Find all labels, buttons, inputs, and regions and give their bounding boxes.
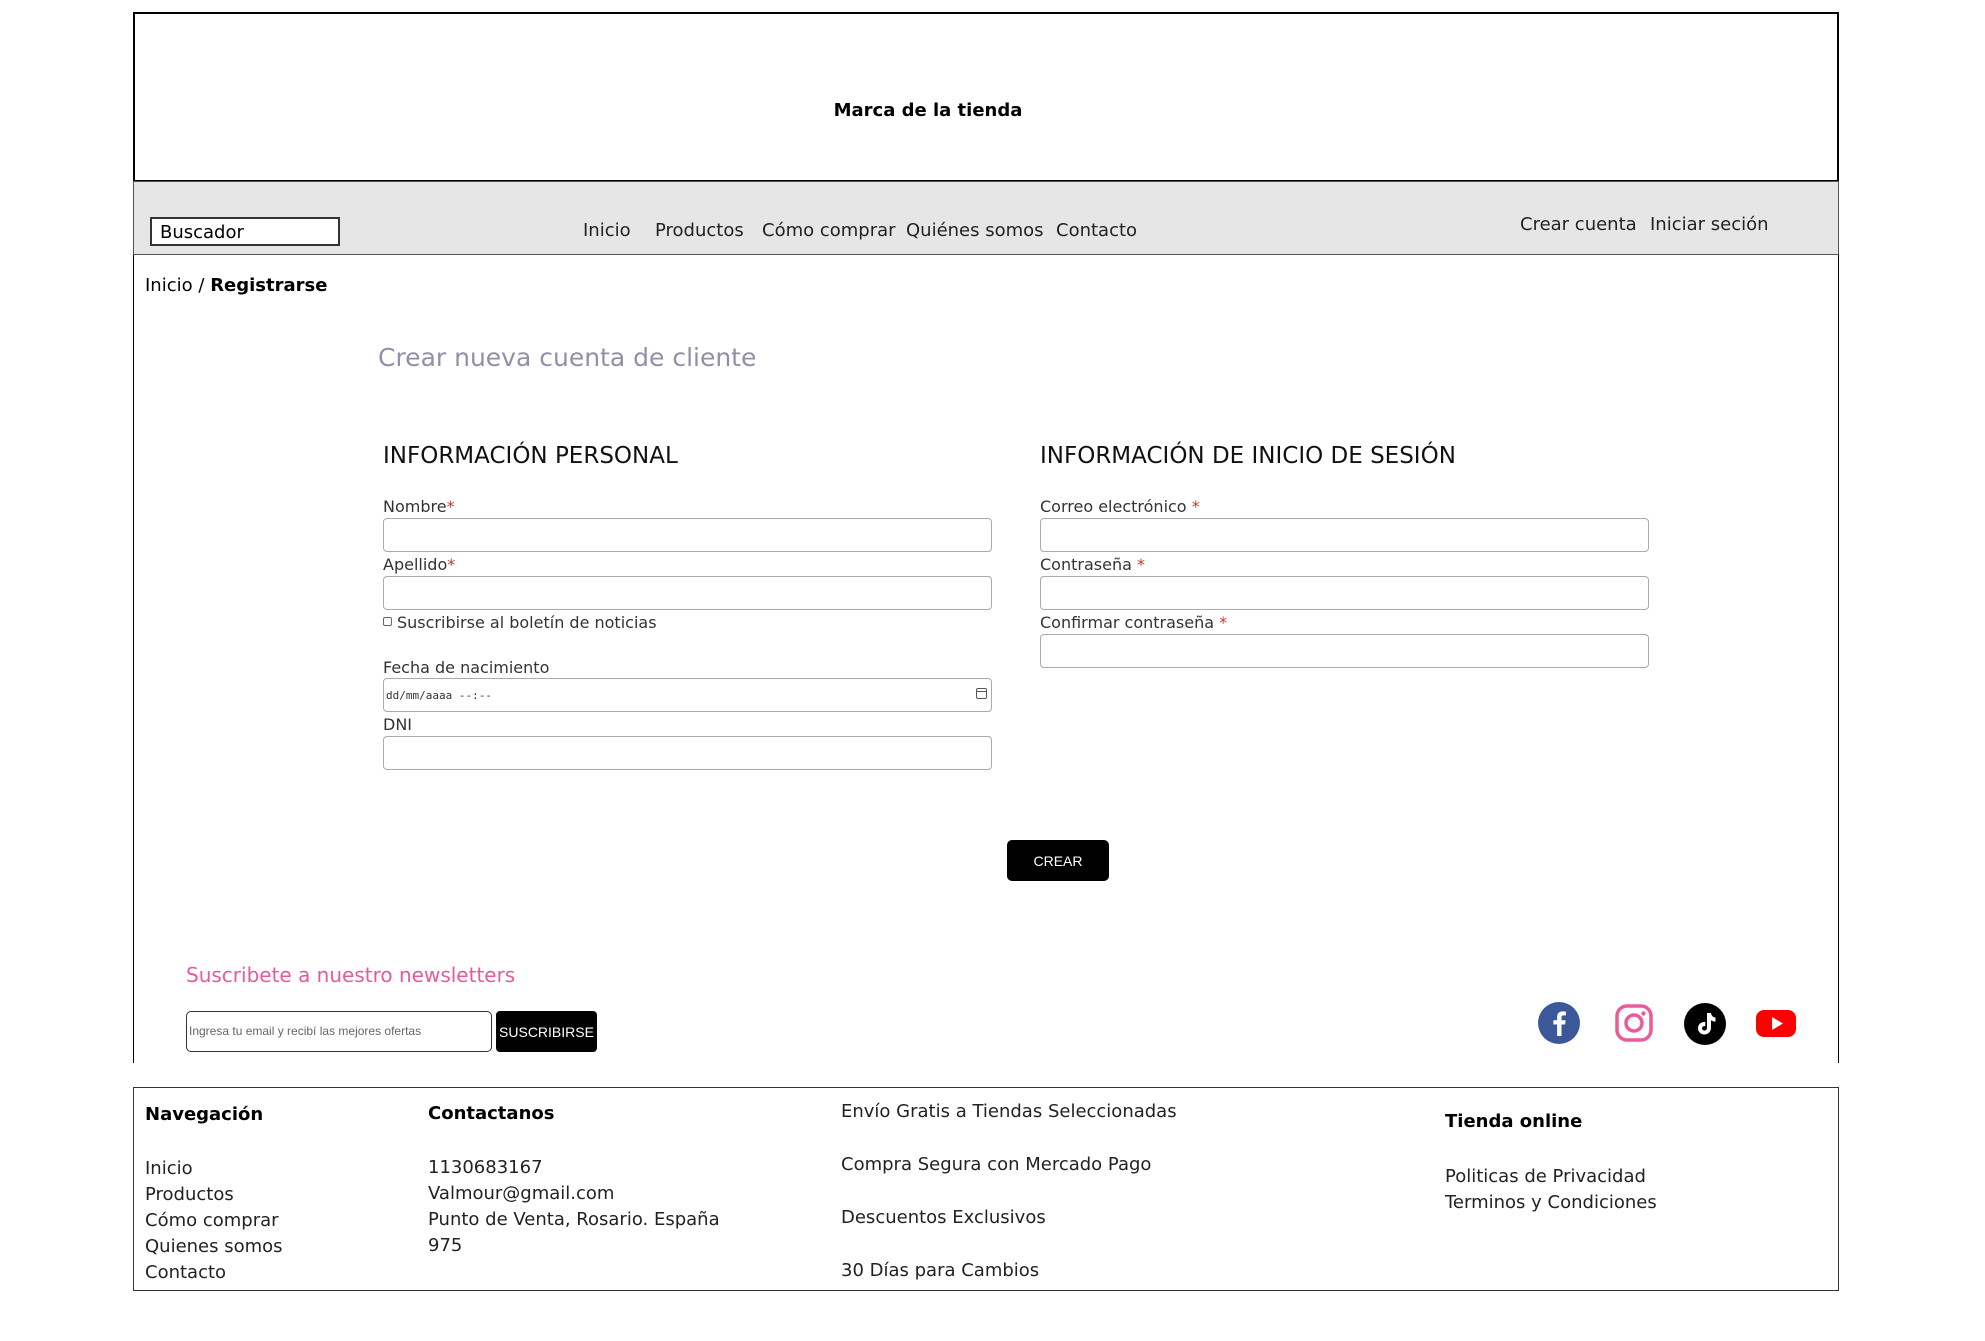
footer-nav-quienes-somos[interactable]: Quienes somos [145,1234,283,1260]
privacy-policy-link[interactable]: Politicas de Privacidad [1445,1164,1646,1190]
store-brand[interactable]: Marca de la tienda [133,100,1723,121]
nav-link-como-comprar[interactable]: Cómo comprar [762,220,896,241]
dni-label: DNI [383,715,413,734]
nav-link-inicio[interactable]: Inicio [583,220,631,241]
confirm-password-label: Confirmar contraseña * [1040,613,1228,632]
subscribe-button[interactable]: SUSCRIBIRSE [496,1011,597,1052]
breadcrumb-home[interactable]: Inicio [145,275,193,296]
benefit-secure-payment: Compra Segura con Mercado Pago [841,1154,1152,1175]
search-input[interactable]: Buscador [150,217,340,246]
footer-nav-inicio[interactable]: Inicio [145,1156,283,1182]
benefit-free-shipping: Envío Gratis a Tiendas Seleccionadas [841,1101,1177,1122]
contact-phone: 1130683167 [428,1157,543,1178]
benefit-returns: 30 Días para Cambios [841,1260,1040,1281]
benefit-discounts: Descuentos Exclusivos [841,1207,1046,1228]
breadcrumb-separator: / [198,275,205,296]
newsletter-title: Suscribete a nuestro newsletters [186,963,516,987]
create-account-button[interactable]: CREAR [1007,840,1109,881]
birthdate-placeholder: dd/mm/aaaa --:-- [386,689,492,702]
nav-link-quienes-somos[interactable]: Quiénes somos [906,220,1044,241]
dni-input[interactable] [383,736,992,770]
page-title: Crear nueva cuenta de cliente [378,343,757,372]
terms-link[interactable]: Terminos y Condiciones [1445,1190,1657,1216]
email-label: Correo electrónico * [1040,497,1200,516]
password-input[interactable] [1040,576,1649,610]
login-info-heading: INFORMACIÓN DE INICIO DE SESIÓN [1040,443,1456,469]
password-label: Contraseña * [1040,555,1145,574]
newsletter-email-input[interactable]: Ingresa tu email y recibí las mejores of… [186,1011,492,1052]
tiktok-icon[interactable] [1684,1003,1726,1045]
calendar-icon[interactable] [976,688,987,699]
nombre-label: Nombre* [383,497,455,516]
footer-contact-title: Contactanos [428,1103,555,1124]
contact-address: Punto de Venta, Rosario. España [428,1209,720,1230]
create-account-link[interactable]: Crear cuenta [1520,214,1637,235]
facebook-icon[interactable] [1538,1002,1580,1044]
apellido-input[interactable] [383,576,992,610]
header [133,12,1839,181]
youtube-icon[interactable] [1755,1002,1797,1044]
nav-link-contacto[interactable]: Contacto [1056,220,1137,241]
breadcrumb: Inicio / Registrarse [145,275,327,296]
newsletter-checkbox[interactable] [383,617,392,626]
instagram-icon[interactable] [1613,1002,1655,1044]
nombre-input[interactable] [383,518,992,552]
email-input[interactable] [1040,518,1649,552]
contact-email[interactable]: Valmour@gmail.com [428,1181,720,1207]
contact-address-number: 975 [428,1235,463,1256]
birthdate-input[interactable]: dd/mm/aaaa --:-- [383,678,992,712]
newsletter-checkbox-label[interactable]: Suscribirse al boletín de noticias [397,613,657,632]
footer-nav-productos[interactable]: Productos [145,1182,283,1208]
footer-nav-list: Inicio Productos Cómo comprar Quienes so… [145,1156,283,1286]
footer-nav-title: Navegación [145,1104,264,1125]
confirm-password-input[interactable] [1040,634,1649,668]
breadcrumb-current: Registrarse [210,275,328,296]
personal-info-heading: INFORMACIÓN PERSONAL [383,443,678,469]
birthdate-label: Fecha de nacimiento [383,658,550,677]
login-link[interactable]: Iniciar seción [1650,214,1769,235]
footer-nav-como-comprar[interactable]: Cómo comprar [145,1208,283,1234]
nav-link-productos[interactable]: Productos [655,220,744,241]
footer-nav-contacto[interactable]: Contacto [145,1260,283,1286]
apellido-label: Apellido* [383,555,456,574]
footer-contact-list: 1130683167 Valmour@gmail.com Punto de Ve… [428,1155,720,1259]
footer-store-title: Tienda online [1445,1111,1583,1132]
